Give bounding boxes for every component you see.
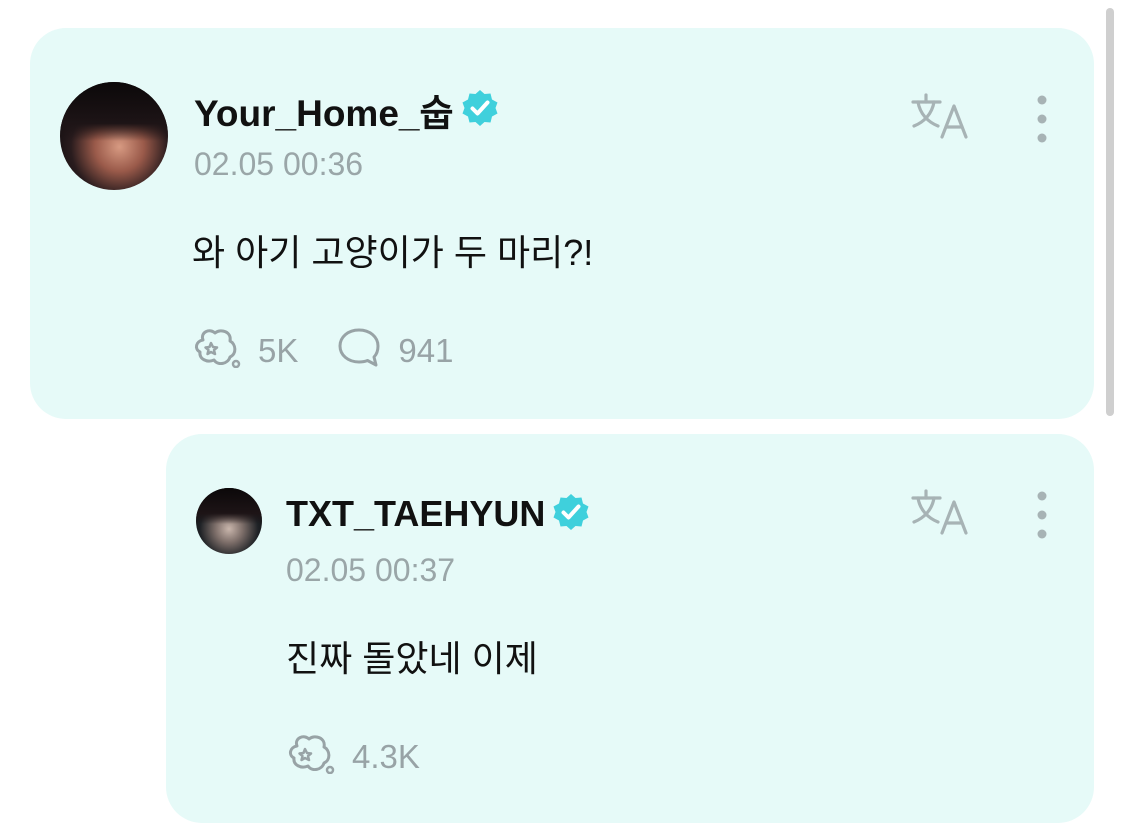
post-card[interactable]: Your_Home_숩 02.05 00:36 와 아기 고양이가 두 마리?! <box>30 28 1094 419</box>
reaction-button[interactable]: 4.3K <box>286 732 420 782</box>
page: Your_Home_숩 02.05 00:36 와 아기 고양이가 두 마리?! <box>0 0 1124 837</box>
comment-count: 941 <box>398 332 454 369</box>
action-bar: 5K 941 <box>192 326 491 376</box>
reaction-icon <box>286 732 336 782</box>
author-row: Your_Home_숩 <box>194 86 500 134</box>
more-options-button[interactable] <box>1027 488 1057 544</box>
reaction-count: 4.3K <box>352 738 420 775</box>
avatar[interactable] <box>196 488 262 554</box>
comment-button[interactable]: 941 <box>336 326 453 376</box>
username[interactable]: Your_Home_숩 <box>194 83 454 137</box>
scrollbar[interactable] <box>1106 8 1114 416</box>
action-bar: 4.3K <box>286 732 458 782</box>
username[interactable]: TXT_TAEHYUN <box>286 493 545 535</box>
avatar-hair <box>196 488 262 525</box>
translate-button[interactable] <box>910 488 972 538</box>
translate-icon <box>911 93 968 139</box>
more-vertical-icon <box>1037 491 1047 539</box>
reply-content: 진짜 돌았네 이제 <box>286 638 538 679</box>
avatar-hair <box>60 82 168 142</box>
verified-badge-icon <box>460 88 500 133</box>
more-options-button[interactable] <box>1027 92 1057 148</box>
timestamp: 02.05 00:36 <box>194 146 364 182</box>
avatar[interactable] <box>60 82 168 190</box>
comment-icon <box>336 326 382 376</box>
verified-badge-icon <box>551 492 591 537</box>
reaction-icon <box>192 326 242 376</box>
translate-button[interactable] <box>910 92 972 142</box>
reaction-count: 5K <box>258 332 299 369</box>
reaction-button[interactable]: 5K <box>192 326 298 376</box>
more-vertical-icon <box>1037 95 1047 143</box>
reply-card[interactable]: TXT_TAEHYUN 02.05 00:37 진짜 돌았네 이제 4.3K <box>166 434 1094 823</box>
translate-icon <box>911 489 968 535</box>
post-content: 와 아기 고양이가 두 마리?! <box>192 232 594 273</box>
timestamp: 02.05 00:37 <box>286 552 456 588</box>
author-row: TXT_TAEHYUN <box>286 492 591 536</box>
